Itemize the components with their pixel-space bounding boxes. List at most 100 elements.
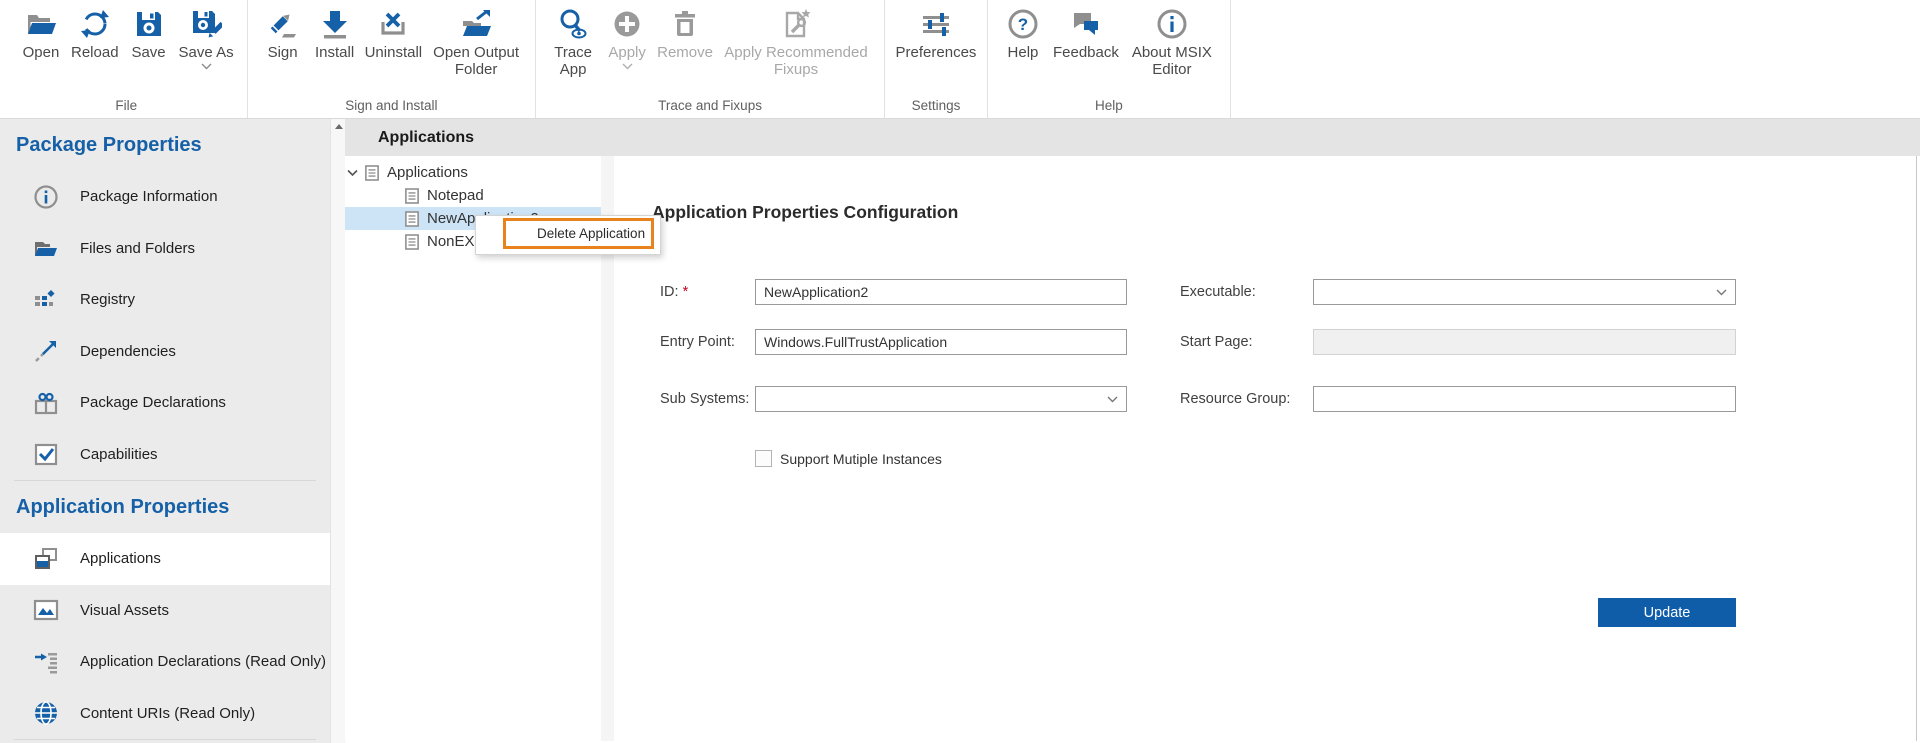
- id-input[interactable]: [755, 279, 1127, 305]
- sidebar-item-applications[interactable]: Applications: [0, 533, 330, 585]
- sub-systems-dropdown[interactable]: [755, 386, 1127, 412]
- sidebar-scrollbar[interactable]: [330, 119, 346, 743]
- help-button[interactable]: ? Help: [998, 5, 1048, 63]
- entry-point-input[interactable]: [755, 329, 1127, 355]
- sidebar-item-label: Dependencies: [80, 342, 176, 360]
- sidebar-item-package-declarations[interactable]: Package Declarations: [0, 377, 330, 429]
- files-and-folders-icon: [33, 235, 59, 261]
- ribbon-group-help: ? Help Feedback About MSIX Editor Help: [988, 0, 1231, 118]
- open-button[interactable]: Open: [16, 5, 66, 63]
- save-as-button[interactable]: Save As: [176, 5, 237, 72]
- help-icon: ?: [1007, 7, 1039, 41]
- ribbon-group-label: File: [115, 98, 138, 113]
- dropdown-caret-icon: [1716, 289, 1727, 295]
- tree-item-applications-root[interactable]: Applications: [345, 161, 601, 184]
- delete-application-menu-item[interactable]: Delete Application: [503, 218, 654, 249]
- sidebar-heading-package-properties: Package Properties: [16, 133, 202, 156]
- about-msix-editor-icon: [1156, 7, 1188, 41]
- ribbon-group-label: Sign and Install: [345, 98, 438, 113]
- sidebar-item-label: Registry: [80, 291, 136, 309]
- apply-button[interactable]: Apply: [602, 5, 652, 72]
- sub-systems-label: Sub Systems:: [660, 391, 750, 407]
- ribbon-button-label: Apply: [608, 44, 646, 61]
- scroll-up-arrow-icon[interactable]: [334, 124, 343, 129]
- uninstall-button[interactable]: Uninstall: [362, 5, 426, 63]
- sidebar-item-visual-assets[interactable]: Visual Assets: [0, 585, 330, 637]
- sign-icon: [267, 7, 299, 41]
- form-row-1: ID: * Executable:: [614, 279, 1916, 305]
- sidebar-item-package-information[interactable]: Package Information: [0, 171, 330, 223]
- sidebar-item-files-and-folders[interactable]: Files and Folders: [0, 223, 330, 275]
- sign-button[interactable]: Sign: [258, 5, 308, 63]
- tree-item-label: Notepad: [427, 187, 484, 204]
- document-icon: [405, 233, 419, 250]
- save-as-icon: [190, 7, 223, 41]
- form-row-3: Sub Systems: Resource Group:: [614, 386, 1916, 412]
- ribbon-button-label: Remove: [657, 44, 713, 61]
- open-output-folder-icon: [460, 7, 492, 41]
- apply-icon: [611, 7, 643, 41]
- apply-recommended-fixups-icon: [780, 7, 812, 41]
- update-button[interactable]: Update: [1598, 598, 1736, 627]
- sidebar-item-label: Application Declarations (Read Only): [80, 653, 326, 671]
- entry-point-label: Entry Point:: [660, 334, 735, 350]
- sidebar-item-application-declarations[interactable]: Application Declarations (Read Only): [0, 636, 330, 688]
- ribbon-button-label: About MSIX Editor: [1131, 44, 1212, 78]
- dependencies-icon: [33, 338, 59, 364]
- sidebar-item-dependencies[interactable]: Dependencies: [0, 326, 330, 378]
- resource-group-input[interactable]: [1313, 386, 1736, 412]
- sidebar-heading-application-properties: Application Properties: [16, 495, 230, 518]
- feedback-button[interactable]: Feedback: [1050, 5, 1122, 63]
- sidebar-item-label: Applications: [80, 550, 161, 568]
- sidebar-item-label: Content URIs (Read Only): [80, 704, 256, 722]
- svg-text:?: ?: [1018, 15, 1028, 34]
- ribbon-button-label: Sign: [267, 44, 298, 61]
- save-button[interactable]: Save: [124, 5, 174, 63]
- executable-dropdown[interactable]: [1313, 279, 1736, 305]
- visual-assets-icon: [33, 597, 59, 623]
- apply-recommended-fixups-button[interactable]: Apply Recommended Fixups: [718, 5, 874, 80]
- trace-app-button[interactable]: Trace App: [546, 5, 600, 80]
- applications-icon: [33, 546, 59, 572]
- tree-item-label: Applications: [387, 164, 468, 181]
- sidebar-item-content-uris[interactable]: Content URIs (Read Only): [0, 688, 330, 740]
- application-declarations-icon: [33, 649, 59, 675]
- preferences-button[interactable]: Preferences: [895, 5, 977, 63]
- sidebar-item-label: Visual Assets: [80, 601, 169, 619]
- install-icon: [319, 7, 351, 41]
- checkbox-icon[interactable]: [755, 450, 772, 467]
- sidebar-item-label: Capabilities: [80, 445, 158, 463]
- chevron-down-icon[interactable]: [347, 169, 358, 177]
- sidebar-item-label: Files and Folders: [80, 239, 196, 257]
- required-asterisk: *: [682, 284, 689, 300]
- sidebar-item-registry[interactable]: Registry: [0, 274, 330, 326]
- sidebar-item-label: Package Declarations: [80, 394, 226, 412]
- document-icon: [405, 187, 419, 204]
- ribbon-button-label: Trace App: [554, 44, 593, 78]
- sidebar-item-capabilities[interactable]: Capabilities: [0, 429, 330, 481]
- id-label: ID: *: [660, 284, 689, 300]
- open-icon: [25, 7, 57, 41]
- about-msix-editor-button[interactable]: About MSIX Editor: [1124, 5, 1220, 80]
- application-properties-form: Application Properties Configuration ID:…: [614, 156, 1916, 741]
- reload-button[interactable]: Reload: [68, 5, 122, 63]
- remove-button[interactable]: Remove: [654, 5, 716, 63]
- menu-item-label: Delete Application: [537, 226, 646, 241]
- install-button[interactable]: Install: [310, 5, 360, 63]
- capabilities-icon: [33, 441, 59, 467]
- sidebar: Package Properties Package Information F…: [0, 119, 330, 743]
- reload-icon: [79, 7, 111, 41]
- registry-icon: [33, 287, 59, 313]
- context-menu: Delete Application: [475, 215, 661, 255]
- support-multiple-instances-checkbox[interactable]: Support Mutiple Instances: [755, 450, 942, 467]
- open-output-folder-button[interactable]: Open Output Folder: [427, 5, 525, 80]
- executable-label: Executable:: [1180, 284, 1256, 300]
- ribbon-button-label: Reload: [71, 44, 119, 61]
- content-uris-icon: [33, 700, 59, 726]
- document-icon: [405, 210, 419, 227]
- ribbon-group-settings: Preferences Settings: [885, 0, 988, 118]
- ribbon-group-label: Trace and Fixups: [658, 98, 762, 113]
- tree-item-notepad[interactable]: Notepad: [345, 184, 601, 207]
- chevron-down-icon: [622, 63, 633, 70]
- page-title: Applications: [378, 128, 475, 146]
